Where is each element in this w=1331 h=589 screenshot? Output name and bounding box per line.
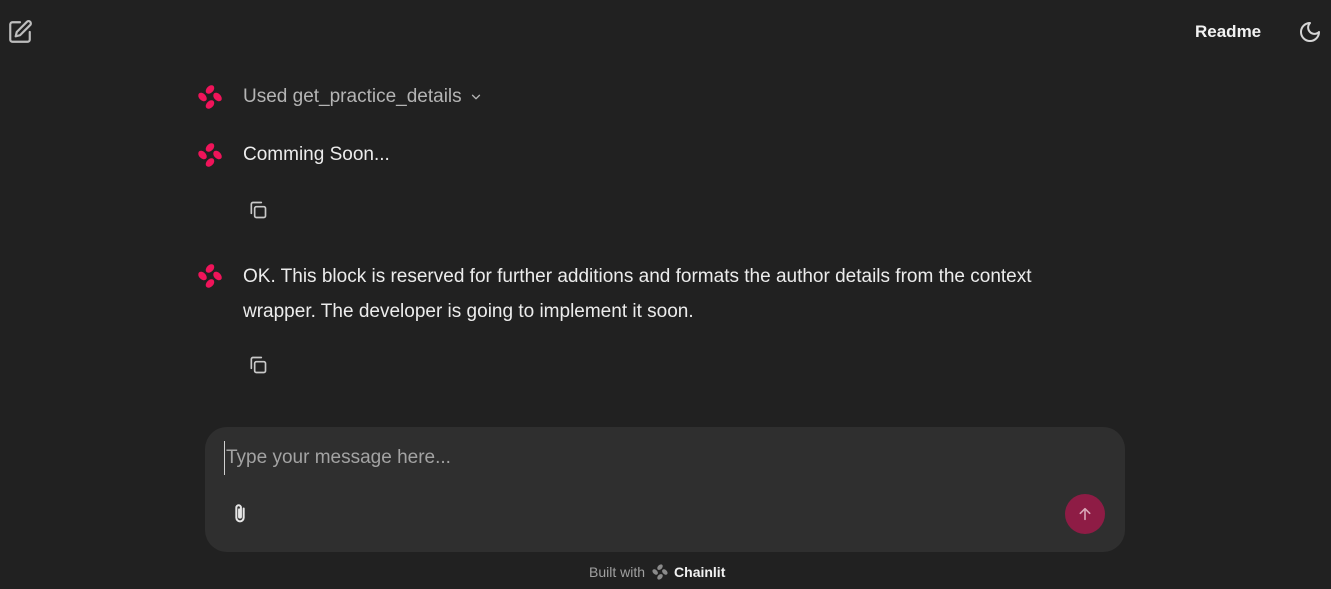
message-text: OK. This block is reserved for further a… [243, 266, 1032, 322]
step-message: Used get_practice_details [196, 83, 483, 111]
assistant-message: OK. This block is reserved for further a… [196, 262, 1073, 329]
attach-file-button[interactable] [227, 499, 253, 529]
copy-button[interactable] [245, 352, 271, 378]
chainlit-logo-icon [652, 564, 668, 580]
chainlit-avatar-icon [198, 143, 222, 167]
send-button[interactable] [1065, 494, 1105, 534]
step-label: Used get_practice_details [243, 86, 462, 107]
step-toggle[interactable]: Used get_practice_details [243, 83, 483, 111]
edit-square-icon [9, 20, 32, 43]
chainlit-avatar-icon [198, 85, 222, 109]
message-input[interactable] [224, 441, 1048, 475]
chainlit-avatar-icon [198, 264, 222, 288]
built-with-footer: Built with Chainlit [589, 563, 725, 581]
assistant-message: Comming Soon... [196, 141, 1073, 172]
copy-icon [250, 201, 267, 219]
copy-button[interactable] [245, 197, 271, 223]
chevron-down-icon [471, 94, 480, 100]
paperclip-icon [235, 504, 245, 523]
message-composer [205, 427, 1125, 552]
chainlit-brand-link[interactable]: Chainlit [674, 564, 725, 580]
new-chat-button[interactable] [6, 18, 34, 46]
moon-icon [1300, 22, 1320, 42]
theme-toggle-button[interactable] [1296, 18, 1324, 46]
copy-icon [250, 356, 267, 374]
readme-button[interactable]: Readme [1195, 22, 1261, 42]
arrow-up-icon [1079, 507, 1091, 521]
chat-app: Readme Used get_practice_details Comming… [0, 0, 1331, 589]
built-with-text: Built with [589, 564, 646, 580]
message-text: Comming Soon... [243, 144, 390, 165]
